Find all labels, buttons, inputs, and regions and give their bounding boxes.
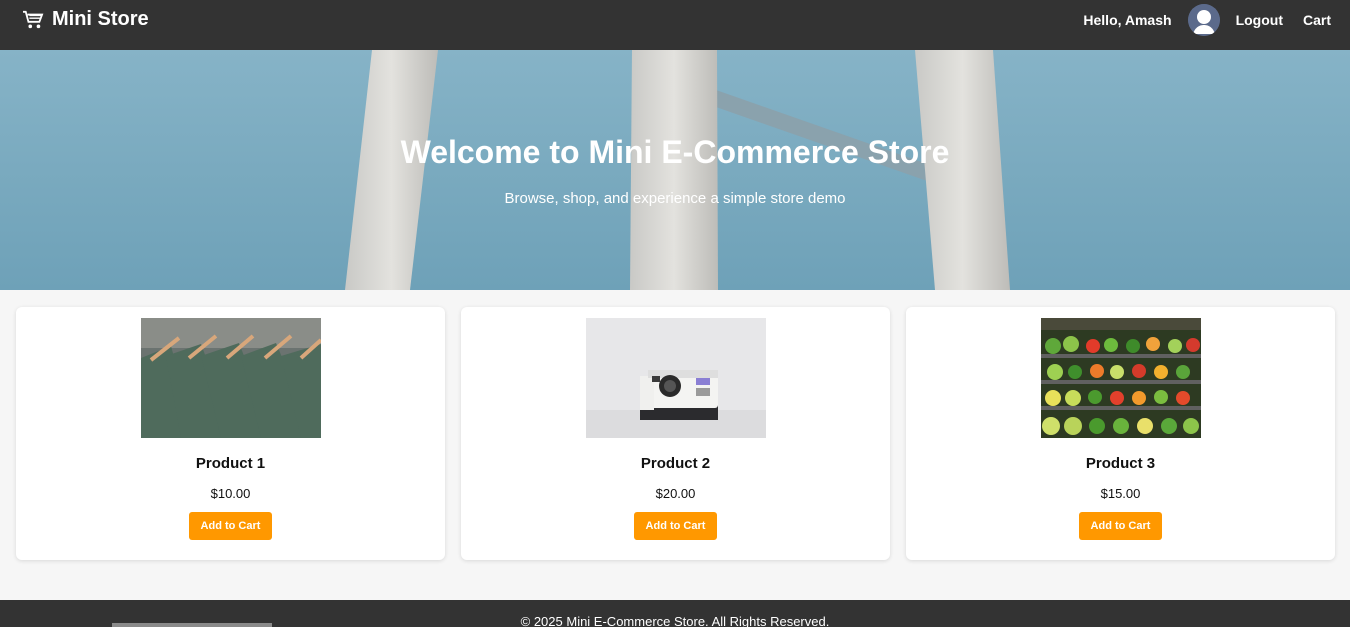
user-avatar-icon[interactable] (1187, 4, 1220, 36)
product-card: Product 1 $10.00 Add to Cart (16, 307, 445, 560)
hero-title: Welcome to Mini E-Commerce Store (400, 134, 950, 170)
hero-banner: Welcome to Mini E-Commerce Store Browse,… (0, 50, 1350, 290)
product-name: Product 3 (1085, 455, 1156, 472)
product-name: Product 2 (640, 455, 711, 472)
cart-link[interactable]: Cart (1303, 12, 1331, 28)
product-price: $20.00 (655, 486, 696, 501)
hero-subtitle: Browse, shop, and experience a simple st… (504, 190, 846, 207)
product-grid: Product 1 $10.00 Add to Cart Product 2 $… (16, 307, 1335, 560)
product-card: Product 3 $15.00 Add to Cart (906, 307, 1335, 560)
product-price: $15.00 (1100, 486, 1141, 501)
product-price: $10.00 (210, 486, 251, 501)
instant-camera-image (586, 318, 766, 438)
horizontal-scrollbar[interactable] (112, 623, 272, 627)
footer: © 2025 Mini E-Commerce Store. All Rights… (0, 600, 1350, 627)
user-greeting: Hello, Amash (1083, 12, 1172, 28)
add-to-cart-button[interactable]: Add to Cart (1079, 512, 1162, 540)
nav-right: Hello, Amash Logout Cart (1083, 0, 1350, 40)
logout-link[interactable]: Logout (1236, 12, 1283, 28)
shirts-on-hangers-image (141, 318, 321, 438)
brand-name: Mini Store (52, 8, 149, 30)
add-to-cart-button[interactable]: Add to Cart (634, 512, 717, 540)
shopping-cart-icon (23, 10, 44, 28)
brand[interactable]: Mini Store (22, 8, 149, 31)
product-card: Product 2 $20.00 Add to Cart (461, 307, 890, 560)
add-to-cart-button[interactable]: Add to Cart (189, 512, 272, 540)
product-name: Product 1 (195, 455, 266, 472)
navbar: Mini Store Hello, Amash Logout Cart (0, 0, 1350, 50)
vegetable-shelves-image (1041, 318, 1201, 438)
